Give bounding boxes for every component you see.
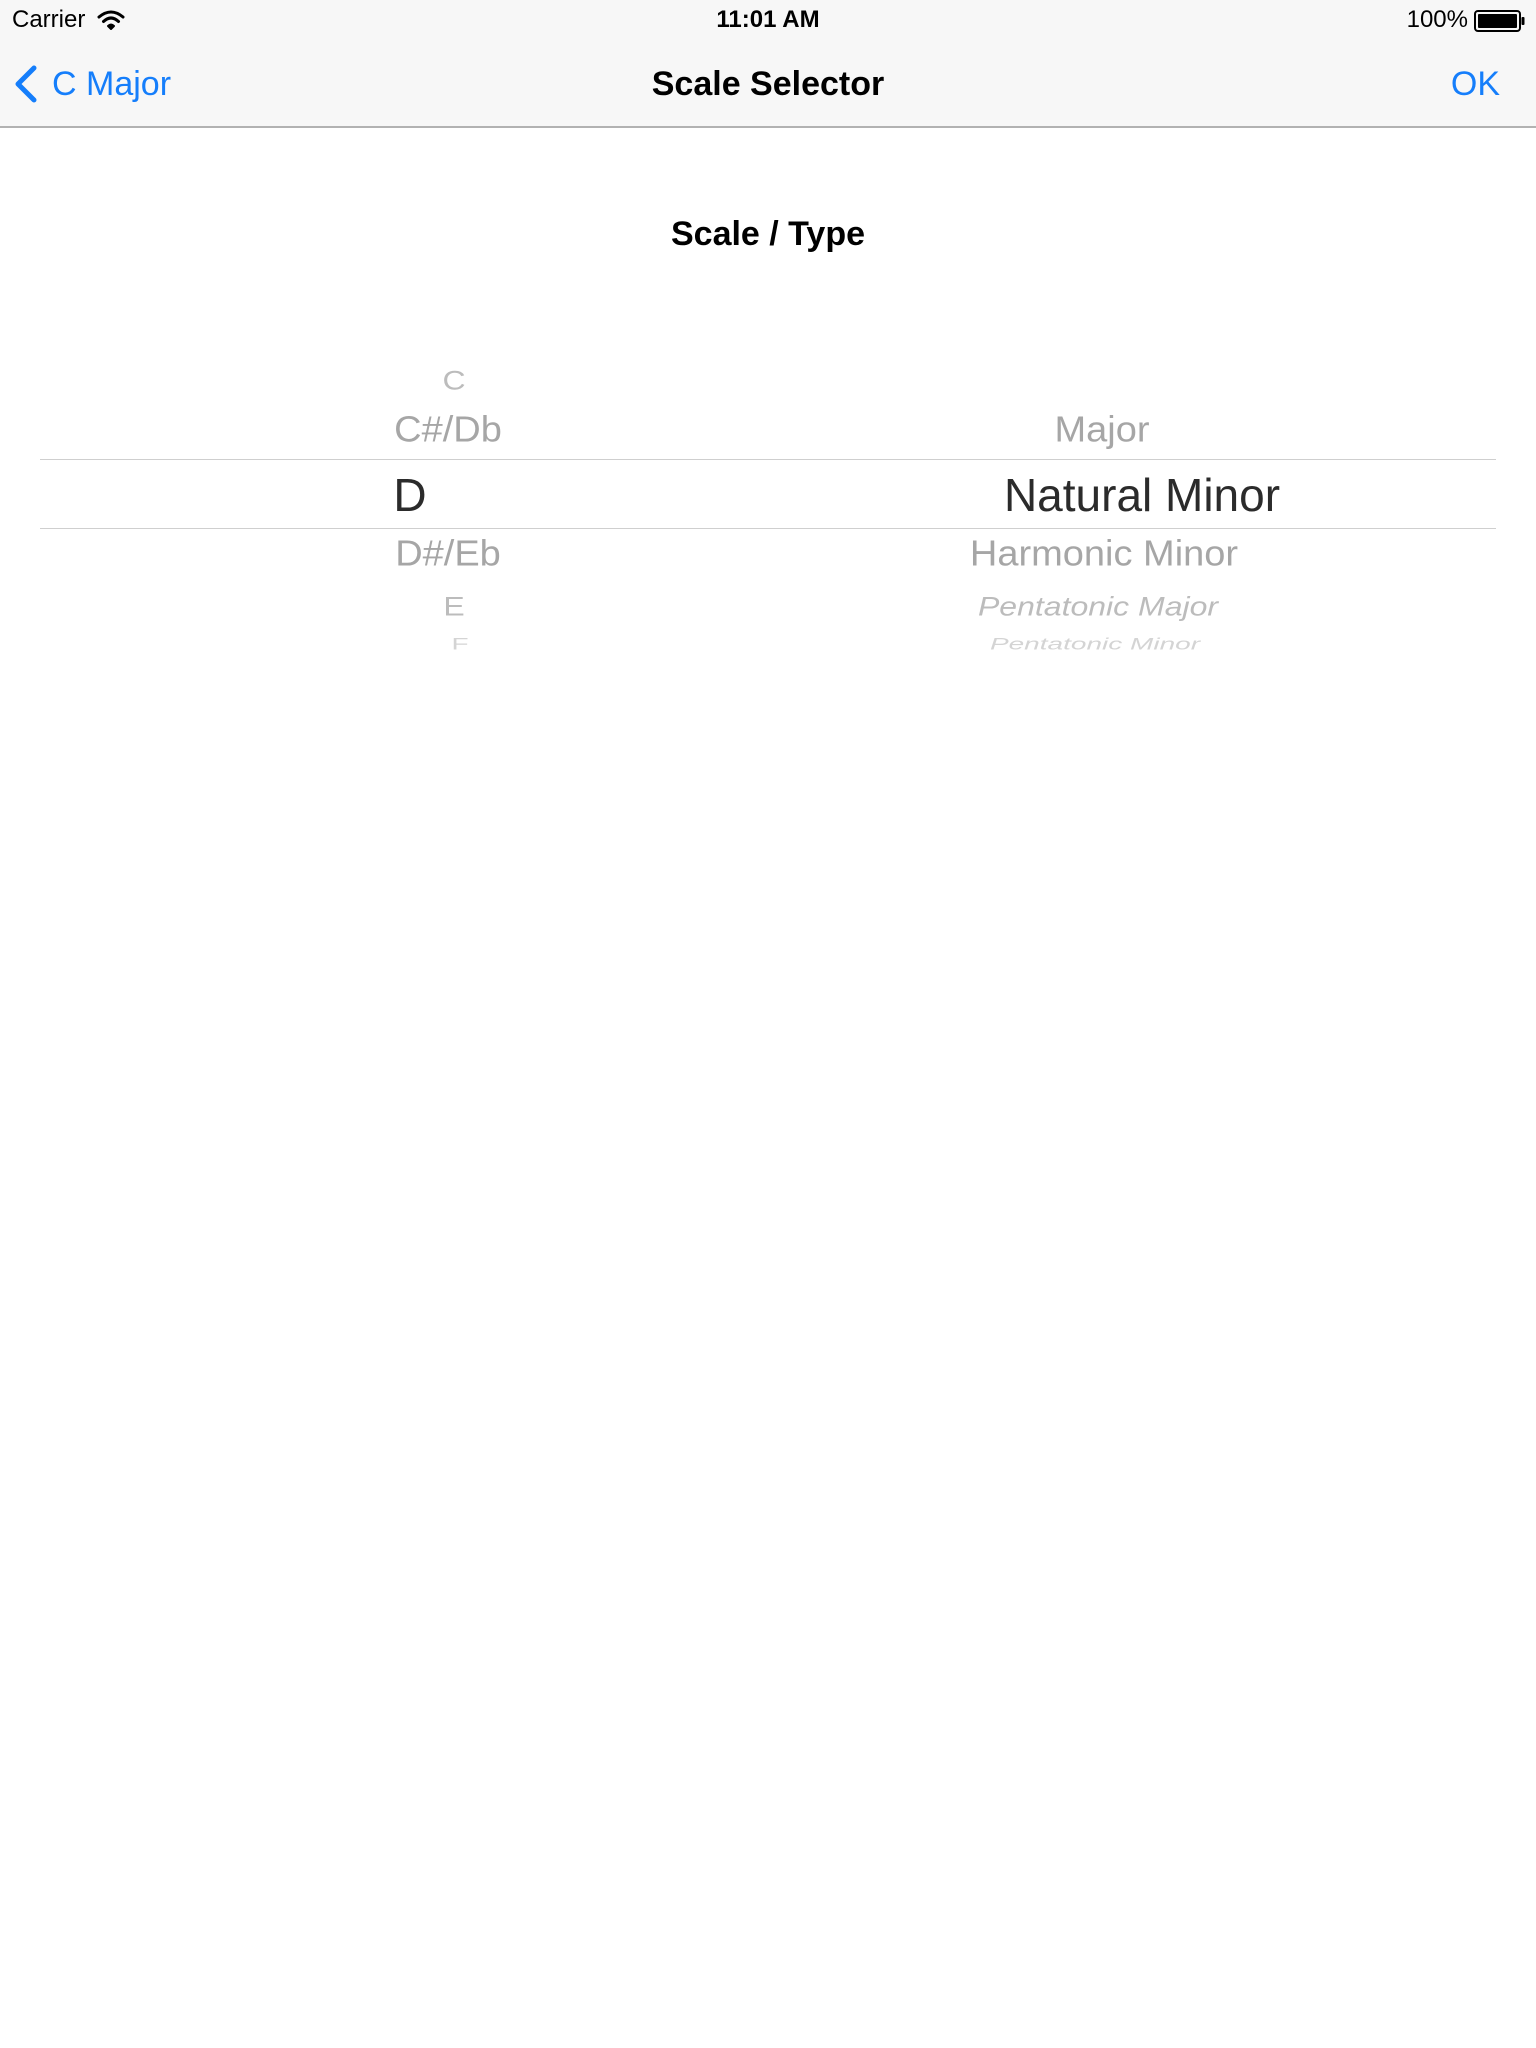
navigation-bar: C Major Scale Selector OK <box>0 40 1536 128</box>
selection-line-top <box>40 459 1496 460</box>
note-row[interactable]: C#/Db <box>348 412 548 448</box>
section-title: Scale / Type <box>670 215 866 253</box>
scale-picker[interactable]: C C#/Db D D#/Eb E F Major Natural Minor … <box>0 350 1536 670</box>
page-title: Scale Selector <box>651 65 885 103</box>
note-row[interactable]: E <box>400 592 508 619</box>
battery-icon <box>1474 10 1525 32</box>
ok-button[interactable]: OK <box>1451 64 1500 104</box>
status-time: 11:01 AM <box>716 6 820 33</box>
selection-line-bottom <box>40 528 1496 529</box>
battery-percent: 100% <box>1406 6 1468 33</box>
type-row[interactable]: Pentatonic Major <box>900 592 1296 619</box>
type-row-selected[interactable]: Natural Minor <box>960 472 1324 518</box>
type-row[interactable]: Harmonic Minor <box>900 536 1308 572</box>
type-row[interactable]: Major <box>960 412 1244 448</box>
note-row[interactable]: F <box>400 635 520 653</box>
note-row-selected[interactable]: D <box>380 472 440 518</box>
status-bar: Carrier 11:01 AM 100% <box>0 0 1536 40</box>
type-row[interactable]: Pentatonic Minor <box>900 635 1290 653</box>
note-row[interactable]: D#/Eb <box>348 536 548 572</box>
note-row[interactable]: C <box>400 366 508 393</box>
